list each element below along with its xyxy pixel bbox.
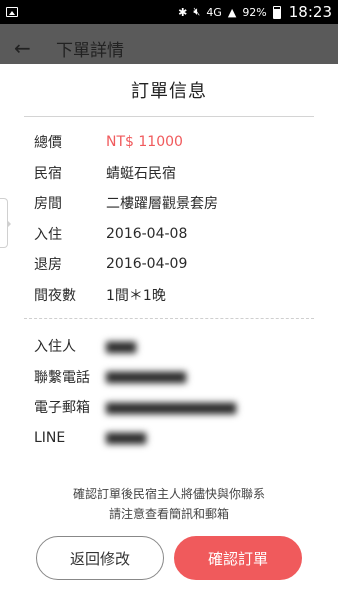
battery-percent: 92% <box>242 5 267 19</box>
order-info-sheet: 訂單信息 總價 NT$ 11000 民宿 蜻蜓石民宿 房間 二樓躍層觀景套房 入… <box>0 64 338 600</box>
detail-label: 入住人 <box>34 339 76 356</box>
notice-line: 確認訂單後民宿主人將儘快與你聯系 <box>72 487 265 501</box>
detail-label: 房間 <box>34 196 62 213</box>
side-drawer-handle[interactable] <box>0 198 11 248</box>
back-to-edit-button[interactable]: 返回修改 <box>36 536 164 580</box>
gallery-notification-icon <box>6 7 18 17</box>
sheet-title: 訂單信息 <box>131 81 207 102</box>
mute-icon: 🔇︎ <box>193 5 201 18</box>
signal-icon: ▲ <box>227 5 237 19</box>
battery-icon <box>272 5 281 19</box>
bluetooth-icon: ✱ <box>178 5 188 19</box>
checkin-date: 2016-04-08 <box>106 225 188 242</box>
page-title: 下單詳情 <box>56 40 124 61</box>
detail-label: 總價 <box>34 135 62 152</box>
clock: 18:23 <box>288 3 332 21</box>
detail-label: 退房 <box>34 257 62 274</box>
detail-row-room: 房間 二樓躍層觀景套房 <box>34 188 338 219</box>
redacted-phone: ▆▆▆▆▆▆▆▆ <box>106 369 186 385</box>
detail-label: 間夜數 <box>34 287 76 304</box>
detail-label: 聯繫電話 <box>34 369 90 386</box>
notice-line: 請注意查看簡訊和郵箱 <box>108 507 229 521</box>
guest-details: 入住人 ▆▆▆ 聯繫電話 ▆▆▆▆▆▆▆▆ 電子郵箱 ▆▆▆▆▆▆▆▆▆▆▆▆▆… <box>0 329 338 453</box>
guest-row-email: 電子郵箱 ▆▆▆▆▆▆▆▆▆▆▆▆▆ <box>34 392 338 423</box>
detail-label: LINE <box>34 429 66 446</box>
checkout-date: 2016-04-09 <box>106 256 188 273</box>
detail-row-nights: 間夜數 1間＊1晚 <box>34 280 338 311</box>
redacted-email: ▆▆▆▆▆▆▆▆▆▆▆▆▆ <box>106 399 236 415</box>
room-name: 二樓躍層觀景套房 <box>106 196 218 213</box>
confirmation-notice: 確認訂單後民宿主人將儘快與你聯系 請注意查看簡訊和郵箱 <box>0 484 338 524</box>
detail-label: 民宿 <box>34 165 62 182</box>
detail-row-checkin: 入住 2016-04-08 <box>34 219 338 250</box>
section-divider <box>24 318 314 319</box>
redacted-guest-name: ▆▆▆ <box>106 338 136 354</box>
network-type: 4G <box>206 5 222 19</box>
confirm-order-button[interactable]: 確認訂單 <box>174 536 302 580</box>
order-details: 總價 NT$ 11000 民宿 蜻蜓石民宿 房間 二樓躍層觀景套房 入住 201… <box>0 117 338 310</box>
total-price: NT$ 11000 <box>106 134 183 151</box>
detail-row-total: 總價 NT$ 11000 <box>34 127 338 158</box>
guest-row-line: LINE ▆▆▆▆ <box>34 423 338 454</box>
detail-label: 入住 <box>34 226 62 243</box>
back-arrow-icon[interactable]: ← <box>14 36 42 60</box>
bnb-name: 蜻蜓石民宿 <box>106 165 176 182</box>
detail-row-bnb: 民宿 蜻蜓石民宿 <box>34 158 338 189</box>
status-bar: ✱ 🔇︎ 4G ▲ 92% 18:23 <box>0 0 338 24</box>
room-nights: 1間＊1晚 <box>106 287 166 304</box>
detail-row-checkout: 退房 2016-04-09 <box>34 249 338 280</box>
detail-label: 電子郵箱 <box>34 400 90 417</box>
guest-row-name: 入住人 ▆▆▆ <box>34 331 338 362</box>
redacted-line-id: ▆▆▆▆ <box>106 430 146 446</box>
guest-row-phone: 聯繫電話 ▆▆▆▆▆▆▆▆ <box>34 362 338 393</box>
